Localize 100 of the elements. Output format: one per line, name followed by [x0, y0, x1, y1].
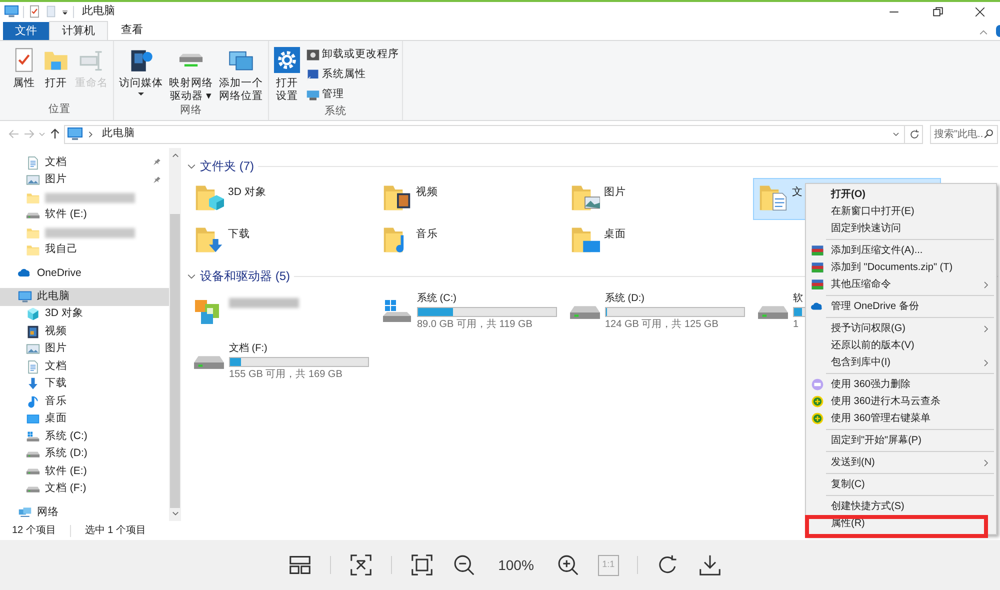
desktop-icon [26, 412, 40, 426]
folder-icon [26, 243, 40, 258]
blank-page-icon [45, 5, 57, 18]
zoom-in-button[interactable] [556, 553, 580, 577]
computer-icon [18, 290, 32, 304]
menu-item[interactable]: 在新窗口中打开(E) [806, 203, 996, 220]
folder-tile[interactable]: 音乐 [377, 220, 565, 262]
nav-item[interactable]: 图片 [0, 340, 169, 358]
grid-layout-button[interactable] [288, 553, 312, 577]
menu-item[interactable]: 固定到"开始"屏幕(P) [806, 432, 996, 449]
menu-item[interactable]: 授予访问权限(G) [806, 320, 996, 337]
menu-item[interactable]: 固定到快速访问 [806, 220, 996, 237]
ribbon-tab[interactable]: 查看 [108, 21, 156, 40]
scrollbar-thumb[interactable] [170, 214, 180, 508]
menu-item[interactable]: 使用 360管理右键菜单 [806, 410, 996, 427]
nav-item[interactable]: 我自己 [0, 241, 169, 259]
dropdown-icon [61, 8, 69, 16]
up-arrow-icon [49, 128, 61, 140]
status-text: 选中 1 个项目 [84, 524, 146, 538]
drive-icon [569, 304, 601, 320]
collapse-chevron-icon [187, 162, 196, 170]
menu-item[interactable]: 还原以前的版本(V) [806, 337, 996, 354]
zoom-out-button[interactable] [452, 553, 476, 577]
music-note-icon [26, 394, 40, 409]
menu-item[interactable]: 创建快捷方式(S) [806, 498, 996, 515]
ribbon-button[interactable]: 访问媒体 [117, 45, 165, 96]
folder-tile[interactable]: 桌面 [565, 220, 753, 262]
drive-tile[interactable]: 文档 (F:) 155 GB 可用，共 169 GB [189, 340, 377, 384]
menu-item[interactable]: 添加到压缩文件(A)... [806, 242, 996, 259]
nav-item[interactable]: 系统 (D:) [0, 445, 169, 463]
nav-item[interactable]: 音乐 [0, 392, 169, 410]
nav-item[interactable]: OneDrive [0, 264, 169, 282]
ribbon-group-label: 网络 [180, 103, 202, 118]
search-field[interactable]: 搜索"此电... [930, 124, 998, 144]
search-icon [984, 129, 994, 139]
file-menu-tab[interactable]: 文件 [3, 22, 49, 40]
computer-management-icon [306, 88, 320, 102]
ribbon-button[interactable]: 打开 设置 [272, 45, 302, 103]
drive-tile[interactable]: 系统 (D:) 124 GB 可用，共 125 GB [565, 290, 753, 334]
nav-item[interactable]: 文档 (F:) [0, 480, 169, 498]
ribbon-group-label: 位置 [48, 102, 70, 118]
rotate-icon [656, 554, 679, 576]
pin-icon [152, 158, 161, 168]
program-box-icon [306, 48, 320, 62]
collapse-ribbon-icon [979, 28, 988, 37]
settings-icon [274, 47, 300, 73]
nav-item[interactable]: 系统 (C:) [0, 428, 169, 446]
nav-item[interactable]: 文档 [0, 358, 169, 376]
zoom-level: 100% [497, 556, 535, 574]
menu-item[interactable]: 打开(O) [806, 186, 996, 203]
folder-tile[interactable]: 图片 [565, 178, 753, 220]
nav-item[interactable]: 文档 [0, 154, 169, 172]
fit-screen-button[interactable] [410, 553, 434, 577]
ribbon-button[interactable]: 卸载或更改程序 [306, 46, 399, 64]
drive-icon [26, 468, 40, 476]
breadcrumb-link[interactable]: 此电脑 [102, 126, 135, 142]
ribbon-button[interactable]: 系统属性 [306, 66, 399, 84]
chevron-right-icon [982, 280, 990, 288]
menu-item[interactable]: 复制(C) [806, 476, 996, 493]
nav-item[interactable]: 视频 [0, 323, 169, 341]
download-button[interactable] [698, 553, 722, 577]
help-icon[interactable] [996, 25, 1000, 37]
ribbon-button[interactable]: 属性 [9, 45, 39, 90]
nav-item[interactable]: 此电脑 [0, 288, 169, 306]
menu-item[interactable]: 添加到 "Documents.zip" (T) [806, 259, 996, 276]
nav-item[interactable]: 下载 [0, 375, 169, 393]
dropdown-icon [138, 92, 144, 96]
nav-item[interactable]: 图片 [0, 171, 169, 189]
collapse-chevron-icon [187, 272, 196, 280]
books-icon [811, 261, 824, 274]
refresh-icon [909, 128, 920, 140]
nav-item[interactable]: 3D 对象 [0, 306, 169, 324]
computer-icon [4, 4, 19, 19]
nav-item[interactable]: 软件 (E:) [0, 206, 169, 224]
folder-tile[interactable]: 视频 [377, 178, 565, 220]
ribbon-button[interactable]: 添加一个 网络位置 [217, 45, 265, 103]
ribbon-button[interactable]: 映射网络 驱动器 ▾ [167, 45, 215, 103]
menu-item[interactable]: 包含到库中(I) [806, 354, 996, 371]
text-recognition-button[interactable] [349, 553, 374, 577]
folder-tile[interactable]: 下载 [189, 220, 377, 262]
document-icon [26, 360, 40, 374]
drive-tile[interactable]: 系统 (C:) 89.0 GB 可用，共 119 GB [377, 290, 565, 334]
ribbon-button[interactable]: 管理 [306, 86, 399, 104]
folder-tile[interactable]: 3D 对象 [189, 178, 377, 220]
scroll-down-icon [172, 510, 178, 517]
nav-item[interactable]: 软件 (E:) [0, 462, 169, 480]
menu-item[interactable]: 管理 OneDrive 备份 [806, 298, 996, 315]
ribbon-button[interactable]: 打开 [41, 45, 71, 90]
menu-item[interactable]: 其他压缩命令 [806, 276, 996, 293]
menu-item[interactable]: 使用 360强力删除 [806, 376, 996, 393]
picture-icon [26, 342, 40, 356]
menu-item[interactable]: 使用 360进行木马云查杀 [806, 393, 996, 410]
ribbon-tab[interactable]: 计算机 [49, 21, 108, 40]
address-field[interactable]: 此电脑 [64, 124, 923, 144]
system-properties-icon [306, 68, 320, 82]
nav-item[interactable]: 网络 [0, 504, 169, 522]
shredder-icon [811, 378, 824, 391]
nav-item[interactable]: 桌面 [0, 410, 169, 428]
forward-arrow-icon [23, 128, 35, 140]
menu-item[interactable]: 发送到(N) [806, 454, 996, 471]
